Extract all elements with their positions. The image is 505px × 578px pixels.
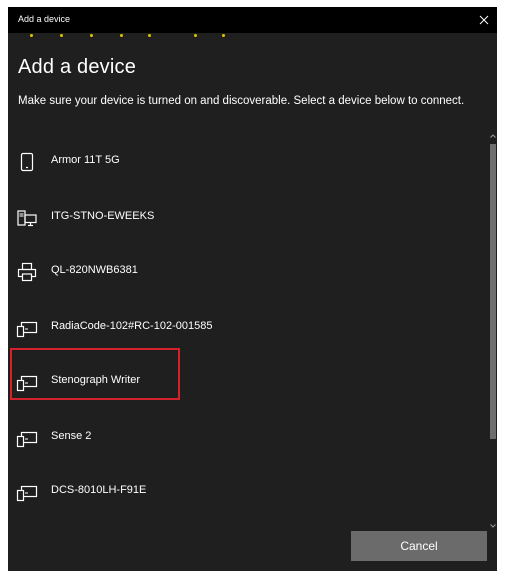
scroll-up-button[interactable] <box>489 131 497 141</box>
progress-dots <box>8 32 497 38</box>
scroll-down-button[interactable] <box>489 521 497 531</box>
selection-highlight-box <box>10 348 180 400</box>
close-icon <box>479 15 489 25</box>
input-device-icon <box>16 321 38 338</box>
device-label: ITG-STNO-EWEEKS <box>51 210 155 222</box>
cancel-button[interactable]: Cancel <box>351 531 487 561</box>
progress-dot <box>148 34 151 37</box>
progress-dot <box>30 34 33 37</box>
device-label: Armor 11T 5G <box>51 154 120 166</box>
progress-dot <box>194 34 197 37</box>
device-item-sense-2[interactable]: Sense 2 <box>8 420 488 460</box>
device-item-dcs-8010lh[interactable]: DCS-8010LH-F91E <box>8 474 488 514</box>
device-label: QL-820NWB6381 <box>51 264 138 276</box>
chevron-down-icon <box>490 524 496 528</box>
scrollbar[interactable] <box>489 131 497 531</box>
instructions-text: Make sure your device is turned on and d… <box>18 95 465 107</box>
printer-icon <box>17 262 37 282</box>
progress-dot <box>60 34 63 37</box>
close-button[interactable] <box>471 7 497 33</box>
scroll-thumb[interactable] <box>490 144 496 439</box>
input-device-icon <box>16 485 38 502</box>
device-label: RadiaCode-102#RC-102-001585 <box>51 320 213 332</box>
device-item-ql-820nwb6381[interactable]: QL-820NWB6381 <box>8 254 488 294</box>
device-list: Armor 11T 5G ITG-STNO-EWEEKS QL-820NWB63… <box>8 134 488 529</box>
phone-icon <box>20 152 34 172</box>
title-bar: Add a device <box>8 7 497 33</box>
add-device-dialog: Add a device Add a device Make sure your… <box>8 7 497 571</box>
page-title: Add a device <box>18 56 137 78</box>
device-item-itg-stno-eweeks[interactable]: ITG-STNO-EWEEKS <box>8 200 488 240</box>
input-device-icon <box>16 431 38 448</box>
computer-icon <box>17 210 37 227</box>
progress-dot <box>222 34 225 37</box>
device-label: Sense 2 <box>51 430 92 442</box>
progress-dot <box>90 34 93 37</box>
device-item-radiacode[interactable]: RadiaCode-102#RC-102-001585 <box>8 310 488 350</box>
progress-dot <box>120 34 123 37</box>
chevron-up-icon <box>490 134 496 138</box>
device-item-armor-11t-5g[interactable]: Armor 11T 5G <box>8 144 488 184</box>
device-label: DCS-8010LH-F91E <box>51 484 147 496</box>
window-title: Add a device <box>18 14 71 24</box>
